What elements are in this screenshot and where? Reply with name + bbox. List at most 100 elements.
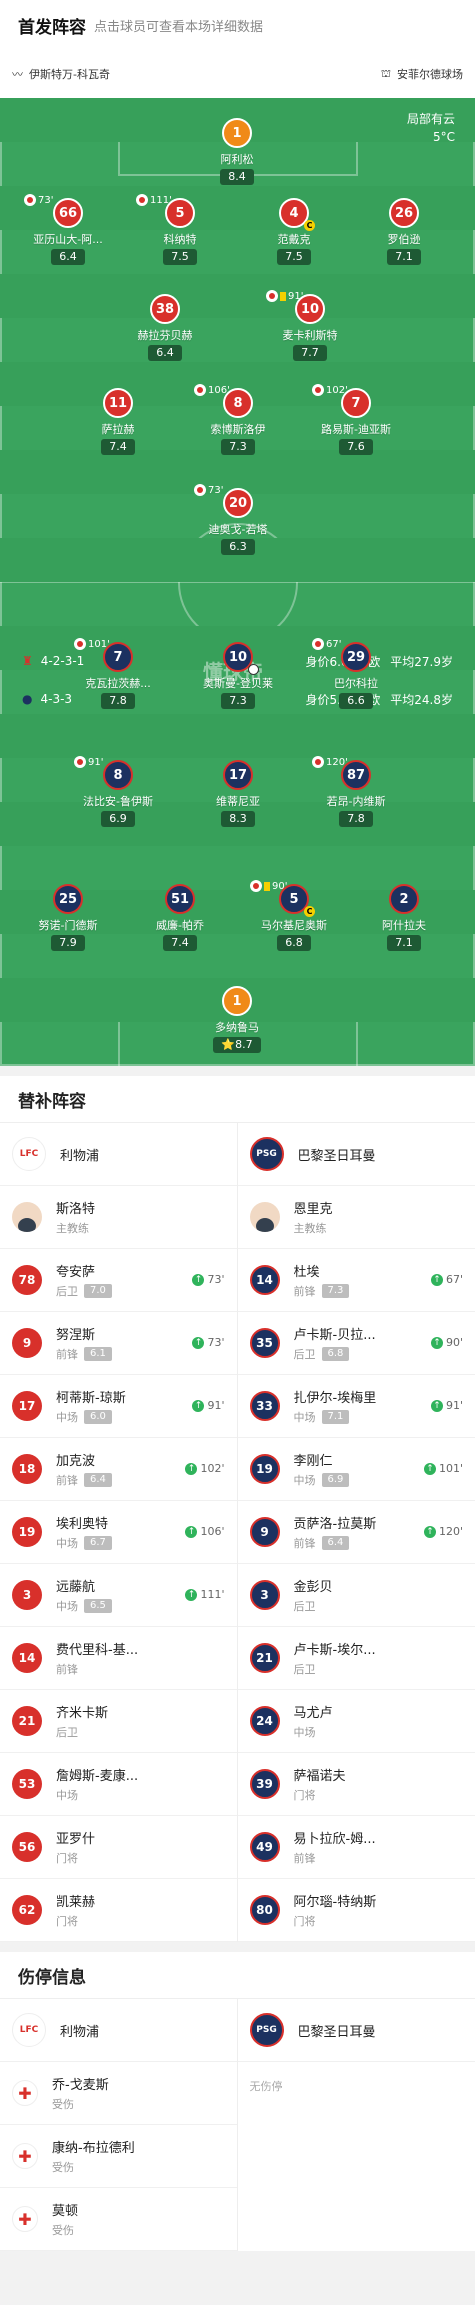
- away-coach-row[interactable]: 恩里克 主教练: [238, 1186, 475, 1249]
- sub-minute: 111': [150, 195, 172, 206]
- sub-player-row[interactable]: 14费代里科-基...前锋: [0, 1627, 237, 1690]
- subs-away-column: PSG 巴黎圣日耳曼 恩里克 主教练 14杜埃前锋7.3↑67'35卢卡斯-贝拉…: [238, 1123, 475, 1942]
- injury-info: 康纳-布拉德利受伤: [52, 2137, 135, 2175]
- home-coach-row[interactable]: 斯洛特 主教练: [0, 1186, 237, 1249]
- home-player[interactable]: 11萨拉赫7.4: [48, 388, 188, 455]
- sub-position-line: 中场6.7: [56, 1535, 112, 1551]
- sub-in-icon: ↑: [185, 1589, 197, 1601]
- away-player[interactable]: 2阿什拉夫7.1: [334, 884, 474, 951]
- sub-in-icon: ↑: [431, 1400, 443, 1412]
- player-rating: 7.1: [387, 935, 421, 951]
- sub-player-row[interactable]: 53詹姆斯-麦康...中场: [0, 1753, 237, 1816]
- sub-name: 杜埃: [294, 1261, 350, 1280]
- sub-name: 贡萨洛-拉莫斯: [294, 1513, 377, 1532]
- sub-position: 前锋: [294, 1283, 316, 1299]
- home-player[interactable]: 26罗伯逊7.1: [334, 198, 474, 265]
- player-rating: 7.5: [277, 249, 311, 265]
- sub-player-row[interactable]: 35卢卡斯-贝拉...后卫6.8↑90': [238, 1312, 475, 1375]
- sub-player-row[interactable]: 39萨福诺夫门将: [238, 1753, 475, 1816]
- sub-number: 19: [12, 1517, 42, 1547]
- sub-on-time: ↑91': [192, 1399, 224, 1412]
- away-player[interactable]: 1多纳鲁马⭐8.7: [167, 986, 307, 1053]
- home-player[interactable]: 38赫拉芬贝赫6.4: [95, 294, 235, 361]
- away-player[interactable]: 7101'克瓦拉茨赫...7.8: [48, 642, 188, 709]
- away-player[interactable]: 2967'巴尔科拉6.6: [286, 642, 426, 709]
- sub-position: 中场: [56, 1535, 78, 1551]
- sub-player-row[interactable]: 9贡萨洛-拉莫斯前锋6.4↑120': [238, 1501, 475, 1564]
- injury-row[interactable]: ✚乔-戈麦斯受伤: [0, 2062, 237, 2125]
- sub-player-row[interactable]: 21齐米卡斯后卫: [0, 1690, 237, 1753]
- sub-player-row[interactable]: 21卢卡斯-埃尔...后卫: [238, 1627, 475, 1690]
- sub-player-row[interactable]: 19李刚仁中场6.9↑101': [238, 1438, 475, 1501]
- sub-player-row[interactable]: 18加克波前锋6.4↑102': [0, 1438, 237, 1501]
- rating-value: 7.8: [347, 812, 365, 825]
- sub-indicator: 91': [266, 290, 303, 302]
- home-team-name: 利物浦: [60, 2021, 99, 2040]
- player-rating: 7.1: [387, 249, 421, 265]
- sub-player-row[interactable]: 19埃利奥特中场6.7↑106': [0, 1501, 237, 1564]
- sub-player-row[interactable]: 78夸安萨后卫7.0↑73': [0, 1249, 237, 1312]
- player-rating: 6.9: [101, 811, 135, 827]
- captain-icon: C: [304, 220, 315, 231]
- sub-info: 杜埃前锋7.3: [294, 1261, 350, 1299]
- sub-player-row[interactable]: 14杜埃前锋7.3↑67': [238, 1249, 475, 1312]
- sub-minute: 102': [326, 385, 348, 396]
- sub-position-line: 前锋6.4: [56, 1472, 112, 1488]
- sub-player-row[interactable]: 56亚罗什门将: [0, 1816, 237, 1879]
- sub-rating: 6.4: [322, 1536, 350, 1550]
- home-team-row: LFC 利物浦: [0, 1123, 237, 1186]
- home-player[interactable]: 1091'麦卡利斯特7.7: [240, 294, 380, 361]
- sub-player-row[interactable]: 24马尤卢中场: [238, 1690, 475, 1753]
- away-player[interactable]: 891'法比安-鲁伊斯6.9: [48, 760, 188, 827]
- sub-indicator: 120': [312, 756, 348, 768]
- rating-value: 7.3: [229, 440, 247, 453]
- sub-minute: 106': [208, 385, 230, 396]
- sub-player-row[interactable]: 9努涅斯前锋6.1↑73': [0, 1312, 237, 1375]
- sub-name: 萨福诺夫: [294, 1765, 346, 1784]
- sub-player-row[interactable]: 80阿尔瑙-特纳斯门将: [238, 1879, 475, 1942]
- player-rating: 7.9: [51, 935, 85, 951]
- sub-position: 前锋: [56, 1346, 78, 1362]
- home-player[interactable]: 7102'路易斯-迪亚斯7.6: [286, 388, 426, 455]
- sub-number: 24: [250, 1706, 280, 1736]
- sub-number: 21: [12, 1706, 42, 1736]
- sub-name: 齐米卡斯: [56, 1702, 108, 1721]
- sub-position: 门将: [56, 1913, 78, 1929]
- away-team-row: PSG 巴黎圣日耳曼: [238, 1123, 475, 1186]
- injury-row[interactable]: ✚莫顿受伤: [0, 2188, 237, 2251]
- sub-position-line: 后卫: [294, 1598, 333, 1614]
- sub-position-line: 前锋: [56, 1661, 138, 1677]
- sub-player-row[interactable]: 49易卜拉欣-姆...前锋: [238, 1816, 475, 1879]
- player-rating: 7.8: [101, 693, 135, 709]
- home-player[interactable]: 1阿利松8.4: [167, 118, 307, 185]
- yellow-card-icon: [280, 292, 286, 301]
- sub-in-icon: ↑: [192, 1337, 204, 1349]
- substitution-icon: [194, 384, 206, 396]
- substitution-icon: [250, 880, 262, 892]
- injury-row[interactable]: ✚康纳-布拉德利受伤: [0, 2125, 237, 2188]
- sub-player-row[interactable]: 33扎伊尔-埃梅里中场7.1↑91': [238, 1375, 475, 1438]
- player-name: 麦卡利斯特: [240, 327, 380, 343]
- home-team-row: LFC 利物浦: [0, 1999, 237, 2062]
- sub-player-row[interactable]: 17柯蒂斯-琼斯中场6.0↑91': [0, 1375, 237, 1438]
- player-rating: 7.4: [101, 439, 135, 455]
- stadium-icon: ⛫: [381, 67, 391, 82]
- sub-on-minute: 90': [446, 1336, 463, 1349]
- player-number: 2: [389, 884, 419, 914]
- star-icon: ⭐: [221, 1038, 235, 1051]
- sub-player-row[interactable]: 62凯莱赫门将: [0, 1879, 237, 1942]
- sub-position-line: 中场6.0: [56, 1409, 126, 1425]
- home-player[interactable]: 2073'迪奥戈-若塔6.3: [168, 488, 308, 555]
- sub-player-row[interactable]: 3远藤航中场6.5↑111': [0, 1564, 237, 1627]
- sub-on-time: ↑102': [185, 1462, 224, 1475]
- sub-on-minute: 73': [207, 1336, 224, 1349]
- sub-info: 李刚仁中场6.9: [294, 1450, 350, 1488]
- rating-value: 8.4: [228, 170, 246, 183]
- sub-on-minute: 91': [207, 1399, 224, 1412]
- rating-value: 8.7: [235, 1038, 253, 1051]
- sub-on-minute: 106': [200, 1525, 224, 1538]
- sub-player-row[interactable]: 3金彭贝后卫: [238, 1564, 475, 1627]
- player-number: 1: [222, 118, 252, 148]
- away-player[interactable]: 87120'若昂-内维斯7.8: [286, 760, 426, 827]
- rating-value: 6.8: [285, 936, 303, 949]
